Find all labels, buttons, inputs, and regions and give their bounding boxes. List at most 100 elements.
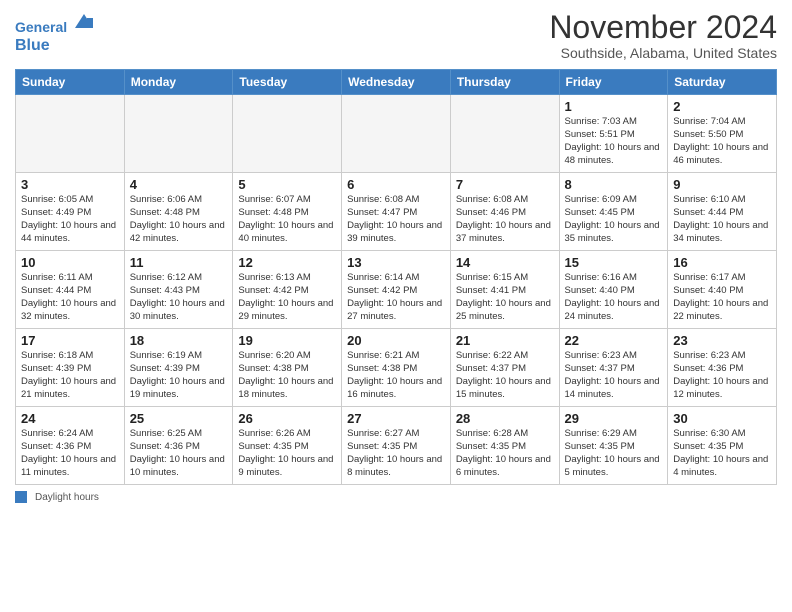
calendar-day-cell: 17 Sunrise: 6:18 AM Sunset: 4:39 PM Dayli… (16, 329, 125, 407)
day-info: Sunrise: 7:04 AM Sunset: 5:50 PM Dayligh… (673, 116, 771, 167)
day-info: Sunrise: 6:06 AM Sunset: 4:48 PM Dayligh… (130, 194, 228, 245)
calendar-day-cell: 6 Sunrise: 6:08 AM Sunset: 4:47 PM Daylig… (342, 173, 451, 251)
calendar-day-cell: 27 Sunrise: 6:27 AM Sunset: 4:35 PM Dayli… (342, 407, 451, 485)
calendar-day-cell: 11 Sunrise: 6:12 AM Sunset: 4:43 PM Dayli… (124, 251, 233, 329)
logo: General Blue (15, 10, 95, 55)
calendar-day-cell: 7 Sunrise: 6:08 AM Sunset: 4:46 PM Daylig… (450, 173, 559, 251)
calendar-col-header: Wednesday (342, 70, 451, 95)
day-info: Sunrise: 6:15 AM Sunset: 4:41 PM Dayligh… (456, 272, 554, 323)
calendar-week-row: 10 Sunrise: 6:11 AM Sunset: 4:44 PM Dayli… (16, 251, 777, 329)
calendar-day-cell: 1Sunrise: 7:03 AM Sunset: 5:51 PM Daylig… (559, 95, 668, 173)
day-info: Sunrise: 6:18 AM Sunset: 4:39 PM Dayligh… (21, 350, 119, 401)
calendar-week-row: 17 Sunrise: 6:18 AM Sunset: 4:39 PM Dayli… (16, 329, 777, 407)
day-info: Sunrise: 6:08 AM Sunset: 4:46 PM Dayligh… (456, 194, 554, 245)
calendar-day-cell: 8Sunrise: 6:09 AM Sunset: 4:45 PM Daylig… (559, 173, 668, 251)
day-info: Sunrise: 6:23 AM Sunset: 4:37 PM Dayligh… (565, 350, 663, 401)
calendar-week-row: 3Sunrise: 6:05 AM Sunset: 4:49 PM Daylig… (16, 173, 777, 251)
calendar-day-cell: 5 Sunrise: 6:07 AM Sunset: 4:48 PM Daylig… (233, 173, 342, 251)
calendar-day-cell (16, 95, 125, 173)
calendar-day-cell: 12Sunrise: 6:13 AM Sunset: 4:42 PM Dayli… (233, 251, 342, 329)
calendar-table: SundayMondayTuesdayWednesdayThursdayFrid… (15, 69, 777, 485)
calendar-col-header: Sunday (16, 70, 125, 95)
day-number: 28 (456, 411, 554, 426)
day-number: 27 (347, 411, 445, 426)
calendar-day-cell: 18 Sunrise: 6:19 AM Sunset: 4:39 PM Dayli… (124, 329, 233, 407)
day-number: 6 (347, 177, 445, 192)
day-info: Sunrise: 6:24 AM Sunset: 4:36 PM Dayligh… (21, 428, 119, 479)
day-number: 24 (21, 411, 119, 426)
calendar-day-cell: 3Sunrise: 6:05 AM Sunset: 4:49 PM Daylig… (16, 173, 125, 251)
calendar-col-header: Saturday (668, 70, 777, 95)
calendar-day-cell (124, 95, 233, 173)
day-number: 3 (21, 177, 119, 192)
calendar-col-header: Thursday (450, 70, 559, 95)
calendar-day-cell: 29Sunrise: 6:29 AM Sunset: 4:35 PM Dayli… (559, 407, 668, 485)
calendar-col-header: Friday (559, 70, 668, 95)
calendar-day-cell: 9Sunrise: 6:10 AM Sunset: 4:44 PM Daylig… (668, 173, 777, 251)
main-title: November 2024 (549, 10, 777, 45)
day-number: 2 (673, 99, 771, 114)
day-number: 20 (347, 333, 445, 348)
calendar-day-cell: 16 Sunrise: 6:17 AM Sunset: 4:40 PM Dayli… (668, 251, 777, 329)
day-number: 22 (565, 333, 663, 348)
calendar-day-cell: 26 Sunrise: 6:26 AM Sunset: 4:35 PM Dayli… (233, 407, 342, 485)
calendar-day-cell: 14 Sunrise: 6:15 AM Sunset: 4:41 PM Dayli… (450, 251, 559, 329)
day-info: Sunrise: 6:20 AM Sunset: 4:38 PM Dayligh… (238, 350, 336, 401)
day-number: 26 (238, 411, 336, 426)
day-number: 7 (456, 177, 554, 192)
calendar-day-cell: 4Sunrise: 6:06 AM Sunset: 4:48 PM Daylig… (124, 173, 233, 251)
calendar-day-cell: 2 Sunrise: 7:04 AM Sunset: 5:50 PM Daylig… (668, 95, 777, 173)
calendar-header-row: SundayMondayTuesdayWednesdayThursdayFrid… (16, 70, 777, 95)
calendar-day-cell: 19 Sunrise: 6:20 AM Sunset: 4:38 PM Dayli… (233, 329, 342, 407)
calendar-day-cell (233, 95, 342, 173)
title-block: November 2024 Southside, Alabama, United… (549, 10, 777, 61)
calendar-day-cell: 25 Sunrise: 6:25 AM Sunset: 4:36 PM Dayli… (124, 407, 233, 485)
calendar-day-cell: 24 Sunrise: 6:24 AM Sunset: 4:36 PM Dayli… (16, 407, 125, 485)
logo-general: General (15, 19, 67, 35)
day-number: 13 (347, 255, 445, 270)
day-info: Sunrise: 6:23 AM Sunset: 4:36 PM Dayligh… (673, 350, 771, 401)
page-header: General Blue November 2024 Southside, Al… (15, 10, 777, 61)
calendar-day-cell: 23 Sunrise: 6:23 AM Sunset: 4:36 PM Dayli… (668, 329, 777, 407)
day-number: 11 (130, 255, 228, 270)
day-number: 25 (130, 411, 228, 426)
day-info: Sunrise: 6:28 AM Sunset: 4:35 PM Dayligh… (456, 428, 554, 479)
calendar-col-header: Tuesday (233, 70, 342, 95)
day-number: 5 (238, 177, 336, 192)
day-info: Sunrise: 6:27 AM Sunset: 4:35 PM Dayligh… (347, 428, 445, 479)
day-number: 12 (238, 255, 336, 270)
logo-blue: Blue (15, 36, 95, 55)
calendar-day-cell: 21Sunrise: 6:22 AM Sunset: 4:37 PM Dayli… (450, 329, 559, 407)
subtitle: Southside, Alabama, United States (549, 45, 777, 61)
day-info: Sunrise: 6:11 AM Sunset: 4:44 PM Dayligh… (21, 272, 119, 323)
day-info: Sunrise: 6:08 AM Sunset: 4:47 PM Dayligh… (347, 194, 445, 245)
day-number: 10 (21, 255, 119, 270)
calendar-week-row: 24 Sunrise: 6:24 AM Sunset: 4:36 PM Dayli… (16, 407, 777, 485)
day-number: 17 (21, 333, 119, 348)
day-info: Sunrise: 6:10 AM Sunset: 4:44 PM Dayligh… (673, 194, 771, 245)
day-number: 14 (456, 255, 554, 270)
day-number: 1 (565, 99, 663, 114)
logo-text: General (15, 10, 95, 36)
calendar-week-row: 1Sunrise: 7:03 AM Sunset: 5:51 PM Daylig… (16, 95, 777, 173)
calendar-col-header: Monday (124, 70, 233, 95)
day-info: Sunrise: 6:12 AM Sunset: 4:43 PM Dayligh… (130, 272, 228, 323)
day-info: Sunrise: 6:26 AM Sunset: 4:35 PM Dayligh… (238, 428, 336, 479)
legend: Daylight hours (15, 491, 777, 503)
day-info: Sunrise: 6:30 AM Sunset: 4:35 PM Dayligh… (673, 428, 771, 479)
calendar-day-cell (450, 95, 559, 173)
day-number: 19 (238, 333, 336, 348)
day-info: Sunrise: 6:17 AM Sunset: 4:40 PM Dayligh… (673, 272, 771, 323)
day-number: 8 (565, 177, 663, 192)
day-info: Sunrise: 6:19 AM Sunset: 4:39 PM Dayligh… (130, 350, 228, 401)
day-info: Sunrise: 6:25 AM Sunset: 4:36 PM Dayligh… (130, 428, 228, 479)
legend-label: Daylight hours (35, 492, 99, 503)
day-number: 15 (565, 255, 663, 270)
day-number: 18 (130, 333, 228, 348)
logo-icon (73, 10, 95, 32)
legend-box (15, 491, 27, 503)
day-info: Sunrise: 6:07 AM Sunset: 4:48 PM Dayligh… (238, 194, 336, 245)
day-number: 23 (673, 333, 771, 348)
day-number: 16 (673, 255, 771, 270)
day-number: 29 (565, 411, 663, 426)
